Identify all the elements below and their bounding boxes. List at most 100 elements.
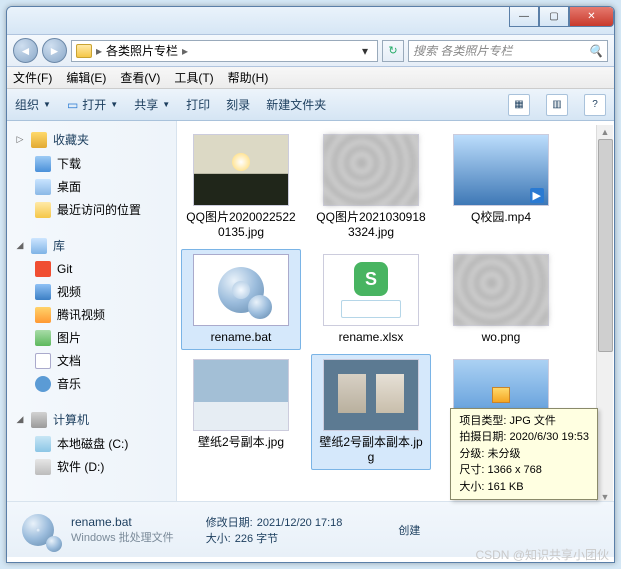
burn-button[interactable]: 刻录: [226, 96, 250, 113]
file-thumbnail: S: [323, 254, 419, 326]
toolbar: 组织▼ ▭打开▼ 共享▼ 打印 刻录 新建文件夹 ▦ ▥ ?: [7, 89, 614, 121]
xlsx-icon: S: [354, 262, 388, 296]
sidebar-documents[interactable]: 文档: [7, 349, 176, 372]
file-item[interactable]: 壁纸2号副本.jpg: [181, 354, 301, 470]
file-name: rename.xlsx: [339, 330, 404, 345]
open-button[interactable]: ▭打开▼: [67, 96, 118, 113]
watermark: CSDN @知识共享小团伙: [475, 546, 609, 563]
navigation-pane[interactable]: ▷收藏夹 下载 桌面 最近访问的位置 ◢库 Git 视频 腾讯视频 图片 文档 …: [7, 121, 177, 501]
menu-file[interactable]: 文件(F): [13, 69, 52, 86]
organize-button[interactable]: 组织▼: [15, 96, 51, 113]
search-icon[interactable]: 🔍: [588, 44, 603, 58]
sidebar-pictures[interactable]: 图片: [7, 326, 176, 349]
menu-edit[interactable]: 编辑(E): [66, 69, 106, 86]
view-mode-button[interactable]: ▦: [508, 94, 530, 116]
tooltip: 项目类型: JPG 文件 拍摄日期: 2020/6/30 19:53 分级: 未…: [450, 408, 598, 501]
sidebar-videos[interactable]: 视频: [7, 280, 176, 303]
titlebar[interactable]: — ▢ ✕: [7, 7, 614, 35]
details-filetype: Windows 批处理文件: [71, 529, 174, 545]
window-buttons: — ▢ ✕: [509, 7, 614, 27]
file-name: QQ图片20200225220135.jpg: [186, 210, 296, 240]
path-sep: ▸: [96, 44, 102, 58]
sidebar-libraries[interactable]: ◢库: [7, 233, 176, 258]
details-filename: rename.bat: [71, 515, 174, 529]
search-input[interactable]: 搜索 各类照片专栏 🔍: [408, 40, 608, 62]
file-thumbnail: [453, 254, 549, 326]
star-icon: [31, 132, 47, 148]
chevron-down-icon: ▼: [43, 100, 51, 109]
sidebar-downloads[interactable]: 下载: [7, 152, 176, 175]
sidebar-tencent[interactable]: 腾讯视频: [7, 303, 176, 326]
recent-icon: [35, 202, 51, 218]
computer-icon: [31, 412, 47, 428]
chevron-down-icon: ▼: [162, 100, 170, 109]
sidebar-drive-c[interactable]: 本地磁盘 (C:): [7, 432, 176, 455]
drive-icon: [35, 436, 51, 452]
file-thumbnail: [323, 134, 419, 206]
library-icon: [31, 238, 47, 254]
file-name: rename.bat: [211, 330, 272, 345]
file-thumbnail: [453, 134, 549, 206]
path-segment[interactable]: 各类照片专栏: [106, 42, 178, 59]
minimize-button[interactable]: —: [509, 7, 539, 27]
file-name: 壁纸2号副本副本.jpg: [316, 435, 426, 465]
file-name: Q校园.mp4: [471, 210, 531, 225]
file-thumbnail: [323, 359, 419, 431]
help-button[interactable]: ?: [584, 94, 606, 116]
file-item[interactable]: QQ图片20200225220135.jpg: [181, 129, 301, 245]
menu-tools[interactable]: 工具(T): [174, 69, 213, 86]
file-thumbnail: [193, 254, 289, 326]
refresh-button[interactable]: ↻: [382, 40, 404, 62]
sidebar-recent[interactable]: 最近访问的位置: [7, 198, 176, 221]
share-button[interactable]: 共享▼: [134, 96, 170, 113]
sidebar-drive-d[interactable]: 软件 (D:): [7, 455, 176, 478]
address-box[interactable]: ▸ 各类照片专栏 ▸ ▾: [71, 40, 378, 62]
file-name: QQ图片20210309183324.jpg: [316, 210, 426, 240]
search-placeholder: 搜索 各类照片专栏: [413, 42, 512, 59]
gear-icon: [22, 514, 54, 546]
menu-view[interactable]: 查看(V): [120, 69, 160, 86]
newfolder-button[interactable]: 新建文件夹: [266, 96, 326, 113]
sidebar-favorites[interactable]: ▷收藏夹: [7, 127, 176, 152]
menu-bar: 文件(F) 编辑(E) 查看(V) 工具(T) 帮助(H): [7, 67, 614, 89]
maximize-button[interactable]: ▢: [539, 7, 569, 27]
desktop-icon: [35, 179, 51, 195]
print-button[interactable]: 打印: [186, 96, 210, 113]
address-dropdown[interactable]: ▾: [357, 44, 373, 58]
file-name: wo.png: [482, 330, 521, 345]
chevron-down-icon: ▼: [110, 100, 118, 109]
file-thumbnail: [193, 134, 289, 206]
file-item[interactable]: QQ图片20210309183324.jpg: [311, 129, 431, 245]
file-item-selected[interactable]: rename.bat: [181, 249, 301, 350]
scrollbar[interactable]: ▲ ▼: [596, 125, 613, 504]
details-props: 修改日期:2021/12/20 17:18 大小:226 字节: [202, 514, 343, 546]
sidebar-desktop[interactable]: 桌面: [7, 175, 176, 198]
gear-icon: [218, 267, 264, 313]
file-item[interactable]: S rename.xlsx: [311, 249, 431, 350]
video-icon: [35, 284, 51, 300]
file-item-hover[interactable]: 壁纸2号副本副本.jpg: [311, 354, 431, 470]
sidebar-music[interactable]: 音乐: [7, 372, 176, 395]
file-name: 壁纸2号副本.jpg: [198, 435, 284, 450]
sidebar-git[interactable]: Git: [7, 258, 176, 280]
music-icon: [35, 376, 51, 392]
file-item[interactable]: wo.png: [441, 249, 561, 350]
menu-help[interactable]: 帮助(H): [228, 69, 269, 86]
forward-button[interactable]: ►: [42, 38, 67, 63]
back-button[interactable]: ◄: [13, 38, 38, 63]
picture-icon: [35, 330, 51, 346]
details-props2: 创建: [394, 522, 420, 538]
document-icon: [35, 353, 51, 369]
preview-pane-button[interactable]: ▥: [546, 94, 568, 116]
file-thumbnail: [193, 359, 289, 431]
close-button[interactable]: ✕: [569, 7, 614, 27]
explorer-window: — ▢ ✕ ◄ ► ▸ 各类照片专栏 ▸ ▾ ↻ 搜索 各类照片专栏 🔍 文件(…: [6, 6, 615, 563]
file-item[interactable]: Q校园.mp4: [441, 129, 561, 245]
scroll-thumb[interactable]: [598, 139, 613, 352]
sidebar-computer[interactable]: ◢计算机: [7, 407, 176, 432]
scroll-up[interactable]: ▲: [601, 127, 610, 137]
address-bar: ◄ ► ▸ 各类照片专栏 ▸ ▾ ↻ 搜索 各类照片专栏 🔍: [7, 35, 614, 67]
folder-icon: [76, 44, 92, 58]
path-sep: ▸: [182, 44, 188, 58]
git-icon: [35, 261, 51, 277]
